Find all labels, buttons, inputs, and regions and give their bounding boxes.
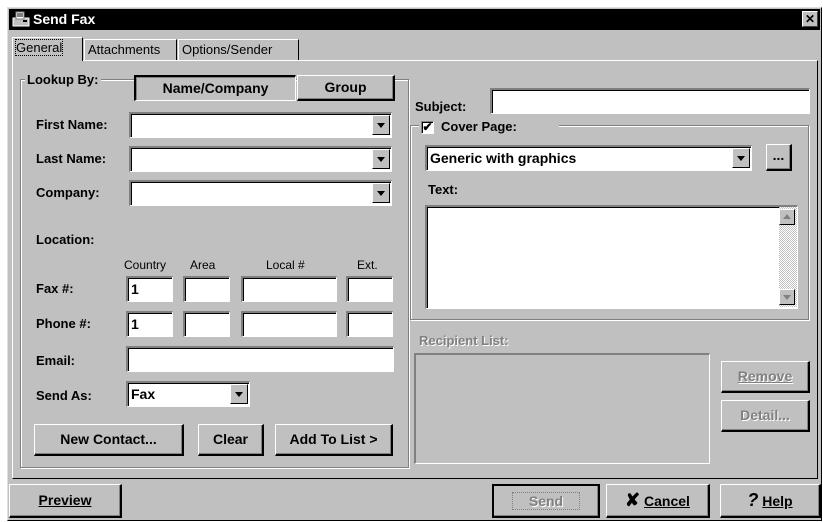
tab-attachments-label: Attachments — [88, 42, 161, 57]
help-button[interactable]: ? Help — [720, 484, 821, 518]
lookup-by-label: Lookup By: — [25, 72, 101, 88]
last-name-label: Last Name: — [36, 151, 107, 166]
help-label: Help — [762, 493, 793, 509]
send-as-combobox[interactable]: Fax — [126, 381, 250, 407]
cover-page-checkbox[interactable]: ✔ — [421, 121, 434, 134]
area-column-label: Area — [190, 258, 216, 272]
local-column-label: Local # — [266, 258, 305, 272]
cover-page-legend: ✔ Cover Page: — [419, 118, 559, 136]
send-as-value: Fax — [131, 386, 156, 402]
cover-page-template-combobox[interactable]: Generic with graphics — [425, 145, 752, 171]
title-bar[interactable]: Send Fax ✕ — [9, 9, 820, 30]
remove-label: Remove — [737, 368, 793, 384]
group-button[interactable]: Group — [297, 75, 395, 101]
ext-column-label: Ext. — [357, 258, 378, 272]
tab-options-sender-label: Options/Sender — [182, 42, 273, 57]
add-to-list-button[interactable]: Add To List > — [275, 424, 393, 456]
group-label: Group — [324, 79, 367, 95]
clear-label: Clear — [212, 431, 249, 447]
phone-number-label: Phone #: — [36, 316, 91, 331]
chevron-down-icon[interactable] — [372, 183, 390, 203]
fax-number-label: Fax #: — [36, 281, 74, 296]
fax-machine-icon — [12, 11, 30, 27]
browse-cover-page-button[interactable]: ... — [766, 144, 792, 171]
cover-text-scrollbar[interactable] — [779, 207, 797, 307]
tab-general-label: General — [14, 39, 64, 56]
tab-general[interactable]: General — [12, 37, 83, 61]
chevron-down-icon[interactable] — [372, 149, 390, 169]
phone-area-input[interactable] — [183, 311, 230, 337]
recipient-list-box[interactable] — [414, 353, 710, 464]
chevron-down-icon[interactable] — [732, 148, 750, 168]
country-column-label: Country — [124, 258, 167, 272]
cancel-label: Cancel — [644, 493, 690, 509]
browse-label: ... — [772, 147, 785, 163]
cover-page-label: Cover Page: — [441, 119, 517, 134]
first-name-label: First Name: — [36, 117, 108, 132]
phone-country-input[interactable]: 1 — [126, 311, 173, 337]
send-label: Send — [511, 492, 581, 510]
scroll-down-arrow-icon[interactable] — [779, 289, 795, 305]
clear-button[interactable]: Clear — [198, 424, 264, 456]
recipient-list-label: Recipient List: — [419, 333, 509, 348]
subject-input[interactable] — [490, 88, 810, 114]
cover-text-label: Text: — [428, 182, 459, 197]
add-to-list-label: Add To List > — [289, 431, 378, 447]
location-label: Location: — [36, 232, 95, 247]
window-title: Send Fax — [33, 11, 96, 27]
fax-country-input[interactable]: 1 — [126, 276, 173, 302]
detail-label: Detail... — [740, 407, 790, 423]
name-company-label: Name/Company — [162, 80, 269, 96]
tab-options-sender[interactable]: Options/Sender — [178, 39, 299, 60]
cover-page-template-value: Generic with graphics — [430, 150, 577, 166]
chevron-down-icon[interactable] — [372, 115, 390, 135]
send-as-label: Send As: — [36, 388, 92, 403]
preview-button[interactable]: Preview — [9, 484, 122, 518]
email-input[interactable] — [126, 346, 394, 372]
tab-attachments[interactable]: Attachments — [84, 39, 177, 60]
company-label: Company: — [36, 185, 100, 200]
phone-ext-input[interactable] — [346, 311, 393, 337]
last-name-combobox[interactable] — [129, 146, 392, 172]
question-mark-icon: ? — [747, 490, 759, 510]
cancel-button[interactable]: ✘ Cancel — [606, 484, 710, 518]
send-fax-window: Send Fax ✕ General Attachments Options/S… — [7, 7, 822, 521]
company-combobox[interactable] — [129, 180, 392, 206]
cover-text-area[interactable] — [425, 205, 798, 309]
remove-button[interactable]: Remove — [721, 361, 810, 393]
scroll-up-arrow-icon[interactable] — [779, 209, 795, 225]
fax-local-input[interactable] — [241, 276, 337, 302]
fax-area-input[interactable] — [183, 276, 230, 302]
new-contact-button[interactable]: New Contact... — [34, 424, 184, 456]
preview-label: Preview — [38, 492, 92, 508]
name-company-button[interactable]: Name/Company — [134, 75, 296, 101]
close-button[interactable]: ✕ — [802, 11, 818, 27]
x-mark-icon: ✘ — [625, 490, 641, 510]
email-label: Email: — [36, 353, 76, 368]
fax-ext-input[interactable] — [346, 276, 393, 302]
first-name-combobox[interactable] — [129, 112, 392, 138]
subject-label: Subject: — [415, 99, 467, 114]
phone-local-input[interactable] — [241, 311, 337, 337]
chevron-down-icon[interactable] — [230, 384, 248, 404]
close-icon: ✕ — [804, 12, 816, 26]
detail-button[interactable]: Detail... — [721, 400, 810, 432]
send-button[interactable]: Send — [492, 484, 600, 518]
new-contact-label: New Contact... — [60, 431, 157, 447]
